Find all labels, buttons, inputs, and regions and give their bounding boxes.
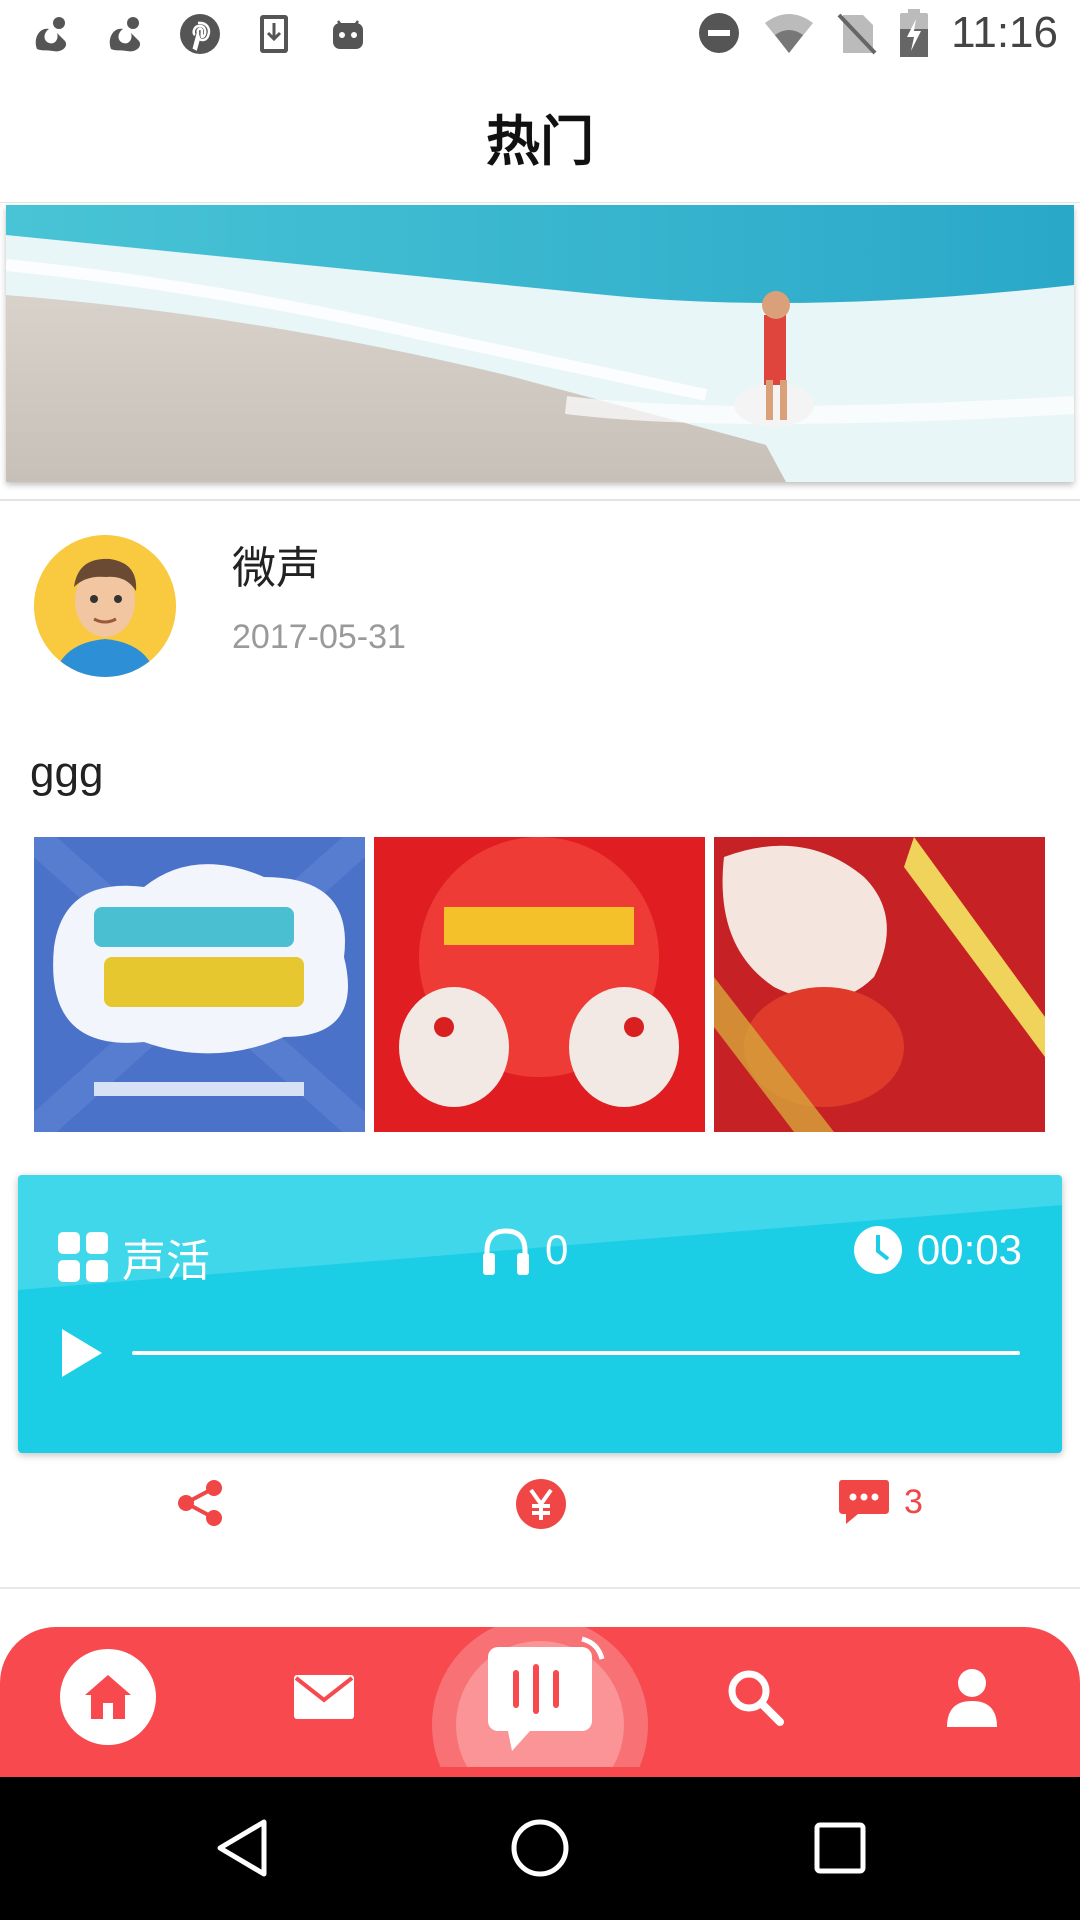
grid-icon	[58, 1232, 108, 1282]
android-icon	[324, 10, 372, 58]
share-button[interactable]	[176, 1478, 226, 1528]
post-text: ggg	[30, 748, 104, 797]
play-icon[interactable]	[58, 1325, 106, 1381]
bottom-nav	[0, 1617, 1080, 1777]
post-image-3[interactable]	[714, 837, 1045, 1132]
reward-button[interactable]	[515, 1478, 567, 1530]
audio-duration: 00:03	[853, 1225, 1022, 1275]
search-icon	[728, 1670, 784, 1726]
system-navigation-bar	[0, 1777, 1080, 1920]
audio-progress-bar[interactable]	[132, 1351, 1020, 1355]
comment-button[interactable]: 3	[838, 1478, 923, 1526]
home-icon	[85, 1675, 131, 1719]
duration-value: 00:03	[916, 1226, 1022, 1273]
post-image-2[interactable]	[374, 837, 705, 1132]
no-sim-icon	[837, 13, 877, 55]
audio-listens: 0	[481, 1225, 568, 1275]
nav-record[interactable]	[432, 1617, 648, 1767]
clock-icon	[853, 1226, 902, 1274]
divider	[0, 1587, 1080, 1589]
download-icon	[250, 10, 298, 58]
comment-icon	[839, 1480, 889, 1524]
system-home-button[interactable]	[504, 1812, 576, 1884]
status-time: 11:16	[951, 8, 1058, 57]
divider	[0, 499, 1080, 501]
listens-count: 0	[545, 1226, 569, 1273]
nav-search[interactable]	[707, 1649, 803, 1745]
nav-profile[interactable]	[924, 1649, 1020, 1745]
post-date: 2017-05-31	[232, 618, 406, 656]
post-author[interactable]: 微声	[232, 532, 320, 596]
page-title: 热门	[486, 110, 594, 173]
system-indicators: 11:16	[697, 8, 1058, 58]
post-actions: 3	[0, 1470, 1080, 1555]
uc-browser-icon	[102, 10, 150, 58]
post-image-1[interactable]	[34, 837, 365, 1132]
headphones-icon	[483, 1228, 529, 1275]
pinterest-icon	[176, 10, 224, 58]
audio-category[interactable]: 声活	[58, 1225, 210, 1289]
banner-image[interactable]	[6, 205, 1074, 482]
share-icon	[178, 1480, 222, 1526]
back-triangle-icon	[217, 1819, 267, 1877]
dnd-icon	[699, 13, 740, 53]
wifi-icon	[765, 14, 814, 53]
nav-messages[interactable]	[276, 1649, 372, 1745]
notification-icons	[28, 10, 372, 58]
home-circle-icon	[511, 1819, 569, 1877]
battery-charging-icon	[900, 9, 929, 57]
nav-home[interactable]	[60, 1649, 156, 1745]
audio-player-card[interactable]: 声活 0 00:03	[18, 1175, 1062, 1453]
app-header: 热门	[0, 75, 1080, 203]
status-bar: 11:16	[0, 0, 1080, 75]
system-recents-button[interactable]	[804, 1812, 876, 1884]
avatar[interactable]	[34, 535, 176, 677]
mail-icon	[294, 1675, 354, 1719]
system-back-button[interactable]	[206, 1812, 278, 1884]
comment-count: 3	[904, 1482, 923, 1521]
yuan-icon	[516, 1479, 566, 1529]
recents-square-icon	[814, 1822, 866, 1874]
record-icon	[488, 1636, 605, 1751]
uc-browser-icon	[28, 10, 76, 58]
user-icon	[947, 1669, 997, 1727]
audio-category-label: 声活	[122, 1236, 210, 1287]
